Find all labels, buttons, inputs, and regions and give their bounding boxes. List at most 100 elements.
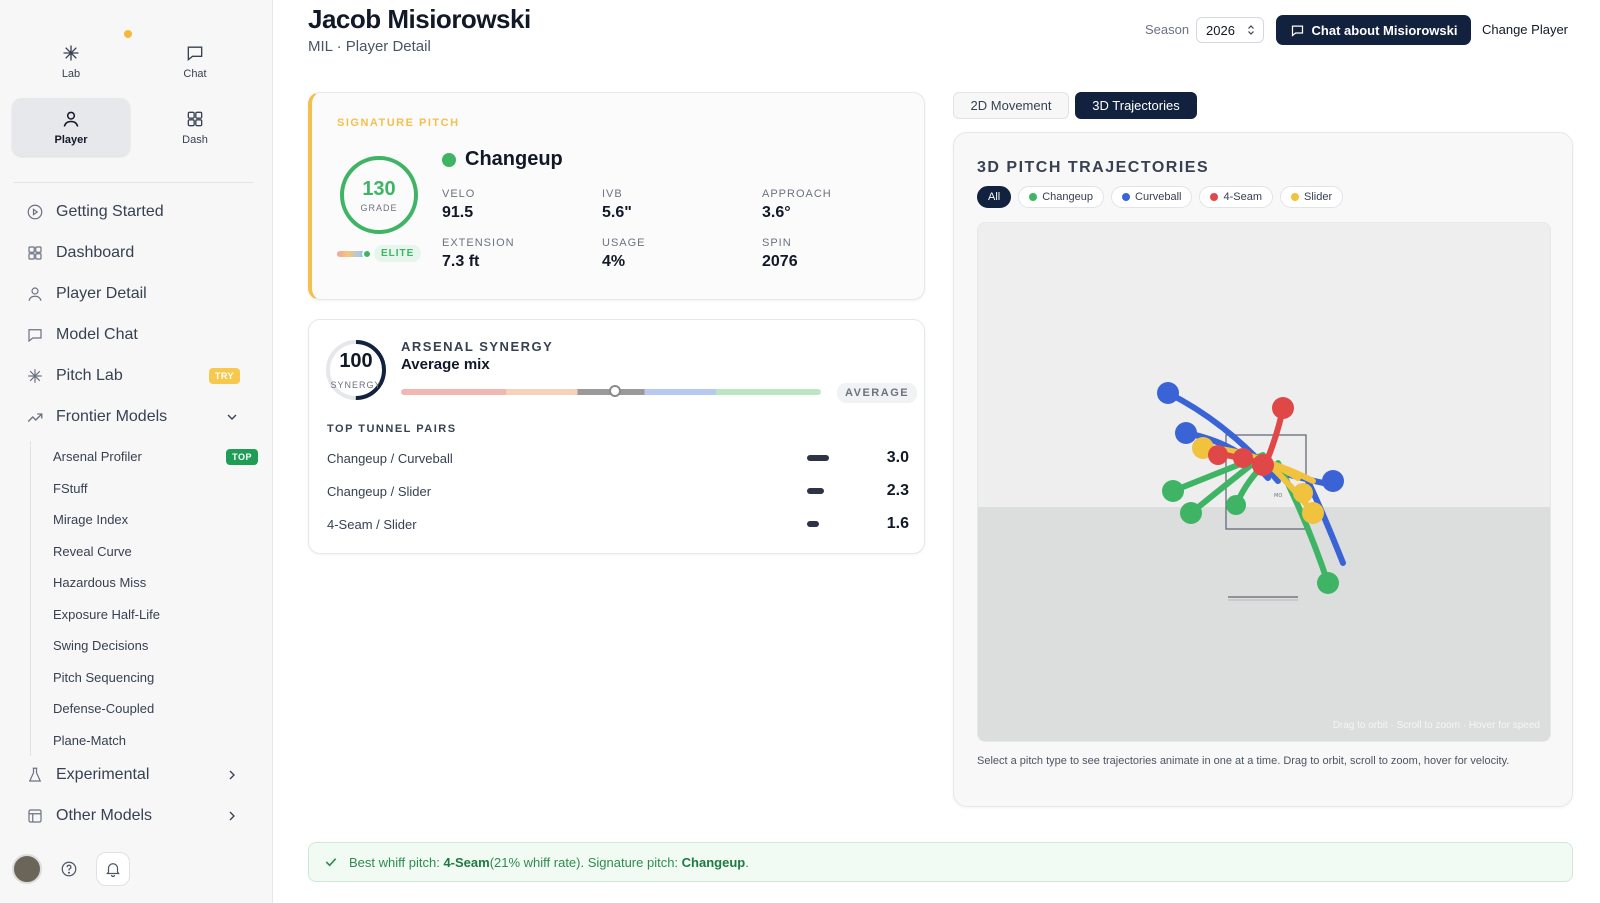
sidebar-subitem-arsenal-profiler[interactable]: Arsenal Profiler TOP xyxy=(31,441,258,473)
trajectories-title: 3D PITCH TRAJECTORIES xyxy=(977,159,1210,176)
stat-value: 4% xyxy=(602,253,626,270)
signature-pitch-name: Changeup xyxy=(442,148,563,171)
avatar[interactable] xyxy=(12,854,42,884)
scene-ground xyxy=(978,507,1550,741)
stat-ivb: IVB 5.6" xyxy=(602,188,632,222)
mode-player-button[interactable]: Player xyxy=(12,98,130,156)
filter-chip-slider[interactable]: Slider xyxy=(1280,186,1344,208)
mode-dash-button[interactable]: Dash xyxy=(136,98,254,156)
sidebar-item-label: Mirage Index xyxy=(53,512,129,528)
trajectory-3d-viewport[interactable]: MO Drag to orbit · Scroll to zoom · Hove… xyxy=(977,222,1551,742)
banner-middle: (21% whiff rate). Signature pitch: xyxy=(489,854,679,870)
chevron-right-icon[interactable] xyxy=(224,767,240,783)
sidebar: Lab Chat Player Dash Getting Started Das… xyxy=(0,0,273,903)
sidebar-item-frontier-models[interactable]: Frontier Models xyxy=(14,396,254,437)
sidebar-subitem-swing-decisions[interactable]: Swing Decisions xyxy=(31,630,258,662)
season-select[interactable]: 2026 xyxy=(1196,17,1264,43)
mode-label: Chat xyxy=(183,67,207,80)
legend-dot xyxy=(1291,193,1300,201)
filter-chip-4-seam[interactable]: 4-Seam xyxy=(1199,186,1274,208)
sidebar-item-label: Other Models xyxy=(56,806,153,824)
mode-switcher: Lab Chat Player Dash xyxy=(12,32,262,160)
person-icon xyxy=(28,286,42,301)
mode-label: Lab xyxy=(61,67,81,80)
sidebar-item-dashboard[interactable]: Dashboard xyxy=(14,232,254,273)
synergy-marker xyxy=(609,385,622,397)
curveball-marker xyxy=(1322,470,1344,492)
chat-bubble-icon xyxy=(28,328,42,342)
4-seam-marker xyxy=(1208,445,1228,465)
page-subtitle: MIL · Player Detail xyxy=(308,38,431,55)
synergy-score: 100 xyxy=(339,350,373,372)
sidebar-subitem-hazardous-miss[interactable]: Hazardous Miss xyxy=(31,567,258,599)
sidebar-item-getting-started[interactable]: Getting Started xyxy=(14,191,254,232)
filter-chip-changeup[interactable]: Changeup xyxy=(1018,186,1105,208)
chevron-down-icon[interactable] xyxy=(224,409,240,425)
mode-chat-button[interactable]: Chat xyxy=(136,32,254,90)
sidebar-subitem-exposure-half-life[interactable]: Exposure Half-Life xyxy=(31,599,258,631)
stat-value: 7.3 ft xyxy=(442,253,480,270)
mode-label: Player xyxy=(54,133,88,146)
sidebar-item-label: Model Chat xyxy=(56,325,138,343)
sidebar-nav-secondary: Experimental Other Models xyxy=(14,754,254,836)
sidebar-item-label: Arsenal Profiler xyxy=(53,449,142,465)
change-player-button[interactable]: Change Player xyxy=(1482,22,1568,37)
sidebar-subitem-mirage-index[interactable]: Mirage Index xyxy=(31,504,258,536)
page-title: Jacob Misiorowski xyxy=(308,4,531,34)
card-eyebrow: SIGNATURE PITCH xyxy=(337,117,460,129)
sidebar-subitem-pitch-sequencing[interactable]: Pitch Sequencing xyxy=(31,662,258,694)
pitch-filter-chips: All Changeup Curveball 4-Seam Slider xyxy=(977,186,1344,208)
stat-value: 3.6° xyxy=(762,204,791,221)
stat-label: IVB xyxy=(602,188,623,200)
sidebar-item-label: Player Detail xyxy=(56,284,147,302)
curveball-marker xyxy=(1157,382,1179,404)
card-eyebrow: ARSENAL SYNERGY xyxy=(401,339,554,354)
sparkle-icon xyxy=(28,368,42,383)
sidebar-subitem-defense-coupled[interactable]: Defense-Coupled xyxy=(31,693,258,725)
pitch-color-dot xyxy=(442,152,456,167)
4-seam-marker xyxy=(1272,397,1294,419)
banner-best-pitch: 4-Seam xyxy=(443,854,490,870)
chevron-right-icon[interactable] xyxy=(224,808,240,824)
sparkle-icon xyxy=(63,45,79,60)
sidebar-subitem-reveal-curve[interactable]: Reveal Curve xyxy=(31,536,258,568)
tunnel-pair-bar xyxy=(807,488,824,494)
sidebar-item-model-chat[interactable]: Model Chat xyxy=(14,314,254,355)
tunnel-pairs-heading: TOP TUNNEL PAIRS xyxy=(327,423,457,435)
chat-about-player-button[interactable]: Chat about Misiorowski xyxy=(1276,15,1471,45)
filter-chip-all[interactable]: All xyxy=(977,186,1012,208)
filter-chip-curveball[interactable]: Curveball xyxy=(1111,186,1193,208)
sidebar-subitem-plane-match[interactable]: Plane-Match xyxy=(31,725,258,757)
mode-lab-button[interactable]: Lab xyxy=(12,32,130,90)
stat-approach: APPROACH 3.6° xyxy=(762,188,832,222)
changeup-marker xyxy=(1162,480,1184,502)
sidebar-item-other-models[interactable]: Other Models xyxy=(14,795,254,836)
pitch-name-label: Changeup xyxy=(465,148,563,170)
help-button[interactable] xyxy=(52,852,86,886)
chip-label: All xyxy=(988,191,1001,203)
stat-usage: USAGE 4% xyxy=(602,237,646,271)
stat-extension: EXTENSION 7.3 ft xyxy=(442,237,515,271)
flask-icon xyxy=(28,767,42,782)
trajectory-scene: MO xyxy=(978,223,1550,741)
tunnel-pair-bar xyxy=(807,521,819,527)
sidebar-subitem-fstuff[interactable]: FStuff xyxy=(31,473,258,505)
sidebar-footer xyxy=(12,852,130,886)
sidebar-item-pitch-lab[interactable]: Pitch Lab TRY xyxy=(14,355,254,396)
stat-value: 2076 xyxy=(762,253,798,270)
legend-dot xyxy=(1210,193,1219,201)
zone-label: MO xyxy=(1274,493,1282,499)
tab-3d-trajectories[interactable]: 3D Trajectories xyxy=(1075,92,1197,119)
changeup-marker xyxy=(1317,572,1339,594)
tunnel-pair-value: 2.3 xyxy=(886,482,909,499)
grid-icon xyxy=(187,111,203,126)
notifications-button[interactable] xyxy=(96,852,130,886)
chevron-updown-icon xyxy=(1248,25,1254,35)
chip-label: Curveball xyxy=(1135,191,1182,203)
chip-label: Changeup xyxy=(1042,191,1094,203)
sidebar-item-experimental[interactable]: Experimental xyxy=(14,754,254,795)
sidebar-item-label: Getting Started xyxy=(56,202,164,220)
tab-2d-movement[interactable]: 2D Movement xyxy=(953,92,1069,119)
tunnel-pair-bar xyxy=(807,455,829,461)
sidebar-item-player-detail[interactable]: Player Detail xyxy=(14,273,254,314)
